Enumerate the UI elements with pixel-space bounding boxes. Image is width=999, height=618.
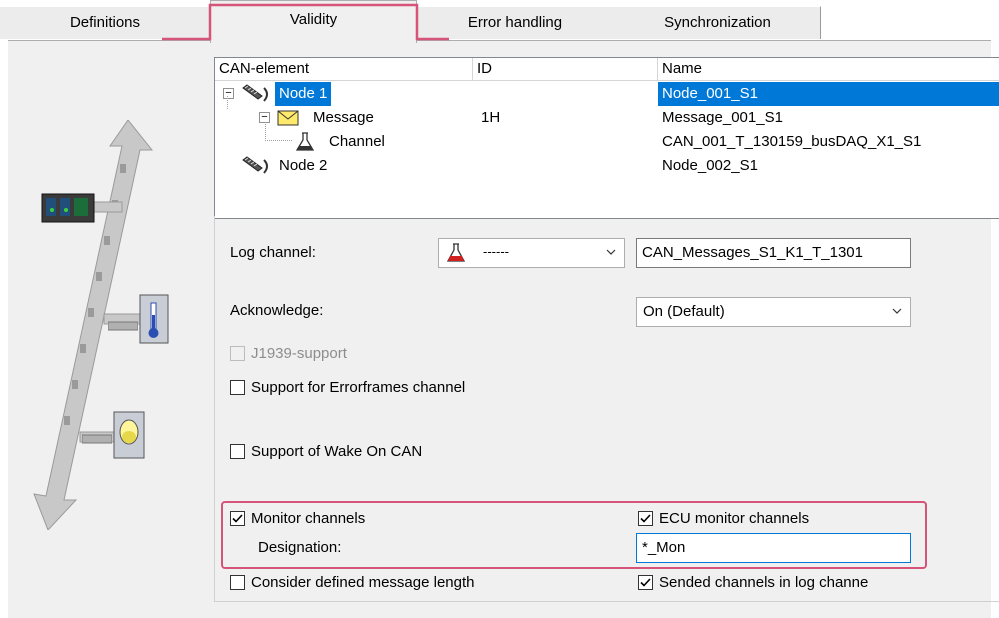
sended-channels-checkbox[interactable]: Sended channels in log channe (638, 573, 910, 593)
checkbox-label: Consider defined message length (251, 574, 475, 591)
checkbox-label: Sended channels in log channe (659, 574, 869, 591)
row-name: Node_002_S1 (662, 157, 758, 174)
tree-connector (227, 96, 228, 109)
sensor-device-icon (113, 411, 145, 459)
checkbox-label: Monitor channels (251, 510, 366, 527)
tab-validity[interactable]: Validity (210, 0, 417, 43)
column-label: Name (662, 60, 703, 77)
node-icon (242, 156, 268, 174)
designation-label: Designation: (258, 539, 342, 556)
row-label: Message (313, 109, 374, 126)
designation-field[interactable]: *_Mon (636, 533, 911, 563)
row-label: Node 1 (275, 82, 332, 106)
column-header-name[interactable]: Name (658, 58, 999, 80)
list-row-channel[interactable]: Channel CAN_001_T_130159_busDAQ_X1_S1 (215, 122, 999, 154)
column-label: ID (477, 60, 492, 77)
checkbox-box (638, 575, 653, 590)
checkbox-label: J1939-support (251, 345, 347, 362)
node-icon (242, 84, 268, 102)
list-row-node-1[interactable]: − Node 1 Node_001_S1 (215, 82, 999, 106)
tab-bar: Definitions Validity Error handling Sync… (0, 0, 999, 43)
thermometer-device-icon (139, 294, 169, 344)
tree-connector (265, 122, 292, 141)
tab-error-handling[interactable]: Error handling (415, 6, 616, 39)
list-row-node-2[interactable]: Node 2 Node_002_S1 (215, 154, 999, 178)
connector-icon (82, 434, 112, 444)
acknowledge-dropdown[interactable]: On (Default) (636, 297, 911, 327)
log-channel-value: ------ (483, 244, 509, 259)
log-channel-name-field[interactable]: CAN_Messages_S1_K1_T_1301 (636, 238, 911, 268)
tab-label: Synchronization (664, 14, 771, 31)
checkbox-label: ECU monitor channels (659, 510, 810, 527)
checkbox-box (230, 444, 245, 459)
log-channel-dropdown[interactable]: ------ (438, 238, 625, 268)
checkmark-icon (640, 578, 651, 587)
row-name: CAN_001_T_130159_busDAQ_X1_S1 (662, 133, 922, 150)
acknowledge-value: On (Default) (643, 303, 725, 320)
column-header-id[interactable]: ID (473, 58, 658, 80)
tab-label: Error handling (467, 14, 563, 31)
list-row-message[interactable]: − Message 1H Message_001_S1 (215, 96, 999, 130)
row-id: 1H (481, 109, 501, 126)
tab-label: Definitions (69, 14, 141, 31)
flask-icon (295, 132, 315, 151)
checkbox-label: Support for Errorframes channel (251, 379, 466, 396)
checkmark-icon (640, 514, 651, 523)
checkbox-box (638, 511, 653, 526)
checkmark-icon (232, 514, 243, 523)
tab-label: Validity (289, 11, 338, 28)
list-header: CAN-element ID Name (215, 58, 999, 81)
can-element-list[interactable]: CAN-element ID Name − Node 1 Node_001_S1… (214, 57, 999, 219)
flask-icon (446, 243, 466, 262)
chevron-down-icon (892, 308, 902, 314)
checkbox-box (230, 575, 245, 590)
column-header-can-element[interactable]: CAN-element (215, 58, 473, 80)
chevron-down-icon (606, 249, 616, 255)
acknowledge-label: Acknowledge: (230, 302, 324, 319)
row-name: Node_001_S1 (658, 82, 999, 106)
row-name: Message_001_S1 (662, 109, 783, 126)
connector-icon (108, 321, 138, 331)
collapse-toggle[interactable]: − (223, 88, 234, 99)
log-channel-label: Log channel: (230, 244, 316, 261)
row-label: Node 2 (279, 157, 328, 174)
column-label: CAN-element (219, 60, 310, 77)
checkbox-box (230, 346, 245, 361)
checkbox-box (230, 511, 245, 526)
row-label: Channel (329, 133, 385, 150)
daq-device-icon (41, 193, 95, 223)
tab-definitions[interactable]: Definitions (0, 6, 211, 39)
checkbox-box (230, 380, 245, 395)
tab-synchronization[interactable]: Synchronization (615, 6, 821, 39)
checkbox-label: Support of Wake On CAN (251, 443, 423, 460)
